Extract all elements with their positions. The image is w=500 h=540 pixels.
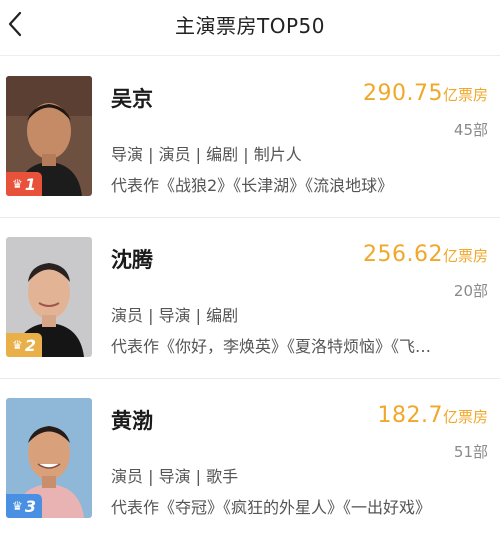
actor-photo: ♛ 3 — [6, 398, 92, 518]
box-office-amount: 182.7 — [377, 403, 443, 428]
actor-card[interactable]: ♛ 1 吴京 290.75亿票房 45部 导演 | 演员 | 编剧 | 制片人 … — [0, 57, 500, 218]
actor-roles: 演员 | 导演 | 编剧 — [111, 306, 239, 325]
rank-badge: ♛ 2 — [6, 333, 42, 357]
actor-card[interactable]: ♛ 2 沈腾 256.62亿票房 20部 演员 | 导演 | 编剧 代表作《你好… — [0, 218, 500, 379]
rank-badge: ♛ 1 — [6, 172, 42, 196]
movie-count: 20部 — [453, 282, 488, 300]
crown-icon: ♛ — [12, 338, 23, 352]
actor-name: 吴京 — [111, 87, 153, 111]
actor-name: 黄渤 — [111, 409, 153, 433]
box-office-unit: 亿票房 — [442, 408, 488, 426]
crown-icon: ♛ — [12, 177, 23, 191]
box-office: 290.75亿票房 — [363, 81, 488, 106]
rank-badge: ♛ 3 — [6, 494, 42, 518]
actor-roles: 导演 | 演员 | 编剧 | 制片人 — [111, 145, 302, 164]
box-office-unit: 亿票房 — [442, 86, 488, 104]
actor-name: 沈腾 — [111, 248, 153, 272]
representative-works: 代表作《夺冠》《疯狂的外星人》《一出好戏》 — [111, 498, 432, 517]
actor-photo: ♛ 1 — [6, 76, 92, 196]
actor-card[interactable]: ♛ 3 黄渤 182.7亿票房 51部 演员 | 导演 | 歌手 代表作《夺冠》… — [0, 379, 500, 540]
actor-photo: ♛ 2 — [6, 237, 92, 357]
box-office: 182.7亿票房 — [378, 403, 489, 428]
box-office: 256.62亿票房 — [363, 242, 488, 267]
movie-count: 51部 — [453, 443, 488, 461]
rank-number: 2 — [24, 335, 36, 355]
crown-icon: ♛ — [12, 499, 23, 513]
representative-works: 代表作《你好，李焕英》《夏洛特烦恼》《飞… — [111, 337, 432, 356]
rank-number: 1 — [24, 174, 36, 194]
box-office-amount: 290.75 — [363, 81, 443, 106]
top-bar: 主演票房TOP50 — [0, 0, 500, 56]
actor-roles: 演员 | 导演 | 歌手 — [111, 467, 239, 486]
box-office-amount: 256.62 — [363, 242, 443, 267]
page-title: 主演票房TOP50 — [175, 14, 325, 38]
box-office-unit: 亿票房 — [442, 247, 488, 265]
rank-number: 3 — [24, 496, 36, 516]
actor-list: ♛ 1 吴京 290.75亿票房 45部 导演 | 演员 | 编剧 | 制片人 … — [0, 57, 500, 540]
movie-count: 45部 — [453, 121, 488, 139]
representative-works: 代表作《战狼2》《长津湖》《流浪地球》 — [111, 176, 394, 195]
